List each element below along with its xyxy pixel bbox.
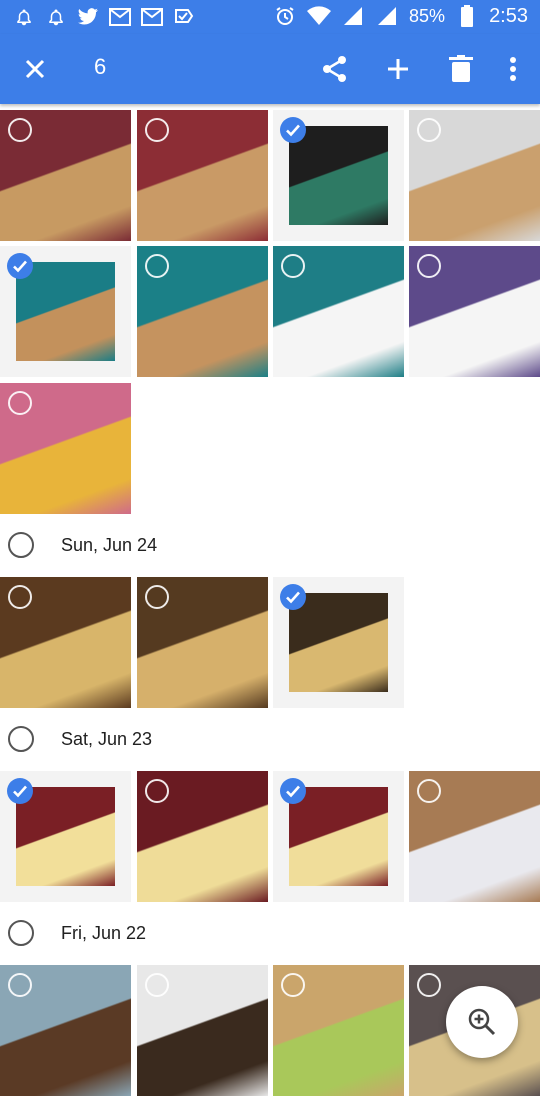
select-checkbox[interactable] xyxy=(145,973,169,997)
photo-tile[interactable] xyxy=(137,965,268,1096)
select-checkbox[interactable] xyxy=(281,973,305,997)
photo-tile[interactable] xyxy=(137,246,268,377)
date-group-header[interactable]: Fri, Jun 22 xyxy=(0,913,540,953)
select-group-checkbox[interactable] xyxy=(8,726,34,752)
select-checkbox[interactable] xyxy=(8,585,32,609)
photo-tile[interactable] xyxy=(137,110,268,241)
close-selection-button[interactable] xyxy=(20,54,50,84)
select-checkbox[interactable] xyxy=(145,585,169,609)
photo-tile[interactable] xyxy=(409,246,540,377)
alarm-icon xyxy=(273,4,297,28)
notification-bell-icon xyxy=(12,5,36,29)
gmail-icon xyxy=(140,5,164,29)
select-checkbox[interactable] xyxy=(8,118,32,142)
select-checkbox[interactable] xyxy=(145,254,169,278)
check-task-icon xyxy=(172,5,196,29)
photo-tile[interactable] xyxy=(0,577,131,708)
status-bar: 85% 2:53 xyxy=(0,0,540,34)
gmail-icon xyxy=(108,5,132,29)
system-status: 85% 2:53 xyxy=(273,4,528,28)
select-group-checkbox[interactable] xyxy=(8,532,34,558)
photo-tile[interactable] xyxy=(273,577,404,708)
photo-tile[interactable] xyxy=(273,965,404,1096)
signal-icon xyxy=(375,4,399,28)
wifi-icon xyxy=(307,4,332,28)
delete-icon xyxy=(449,55,473,82)
delete-button[interactable] xyxy=(444,52,478,86)
photo-tile[interactable] xyxy=(0,771,131,902)
selected-count: 6 xyxy=(94,54,107,79)
select-checkbox[interactable] xyxy=(417,973,441,997)
photo-tile[interactable] xyxy=(273,246,404,377)
select-checkbox[interactable] xyxy=(417,779,441,803)
photo-tile[interactable] xyxy=(137,577,268,708)
add-icon xyxy=(388,59,408,79)
select-checkbox[interactable] xyxy=(145,118,169,142)
photo-tile[interactable] xyxy=(409,771,540,902)
select-checkbox[interactable] xyxy=(8,973,32,997)
select-group-checkbox[interactable] xyxy=(8,920,34,946)
select-checkbox[interactable] xyxy=(145,779,169,803)
battery-icon xyxy=(455,4,479,28)
photo-tile[interactable] xyxy=(0,965,131,1096)
add-button[interactable] xyxy=(381,52,415,86)
more-options-button[interactable] xyxy=(496,52,530,86)
photo-tile[interactable] xyxy=(409,110,540,241)
selected-check-icon[interactable] xyxy=(280,584,306,610)
clock-time: 2:53 xyxy=(489,4,528,27)
date-label: Fri, Jun 22 xyxy=(61,923,147,943)
selected-check-icon[interactable] xyxy=(280,117,306,143)
date-group-header[interactable]: Sat, Jun 23 xyxy=(0,719,540,759)
photo-tile[interactable] xyxy=(273,771,404,902)
select-checkbox[interactable] xyxy=(281,254,305,278)
photo-tile[interactable] xyxy=(137,771,268,902)
select-checkbox[interactable] xyxy=(417,118,441,142)
date-group-header[interactable]: Sun, Jun 24 xyxy=(0,525,540,565)
notification-icons xyxy=(12,5,196,29)
selected-check-icon[interactable] xyxy=(280,778,306,804)
photo-tile[interactable] xyxy=(273,110,404,241)
more-vert-icon xyxy=(510,57,516,81)
selected-check-icon[interactable] xyxy=(7,253,33,279)
signal-icon xyxy=(341,4,365,28)
selected-check-icon[interactable] xyxy=(7,778,33,804)
photo-tile[interactable] xyxy=(0,110,131,241)
share-icon xyxy=(323,56,346,82)
battery-percent: 85% xyxy=(409,5,446,26)
photo-tile[interactable] xyxy=(0,246,131,377)
notification-bell-icon xyxy=(44,5,68,29)
share-button[interactable] xyxy=(318,52,352,86)
twitter-icon xyxy=(76,5,100,29)
close-icon xyxy=(25,59,45,79)
zoom-in-icon xyxy=(468,1008,496,1036)
select-checkbox[interactable] xyxy=(8,391,32,415)
select-checkbox[interactable] xyxy=(417,254,441,278)
selection-app-bar: 6 xyxy=(0,34,540,104)
zoom-fab-button[interactable] xyxy=(446,986,518,1058)
photo-tile[interactable] xyxy=(0,383,131,514)
date-label: Sat, Jun 23 xyxy=(61,729,153,749)
date-label: Sun, Jun 24 xyxy=(61,535,158,555)
